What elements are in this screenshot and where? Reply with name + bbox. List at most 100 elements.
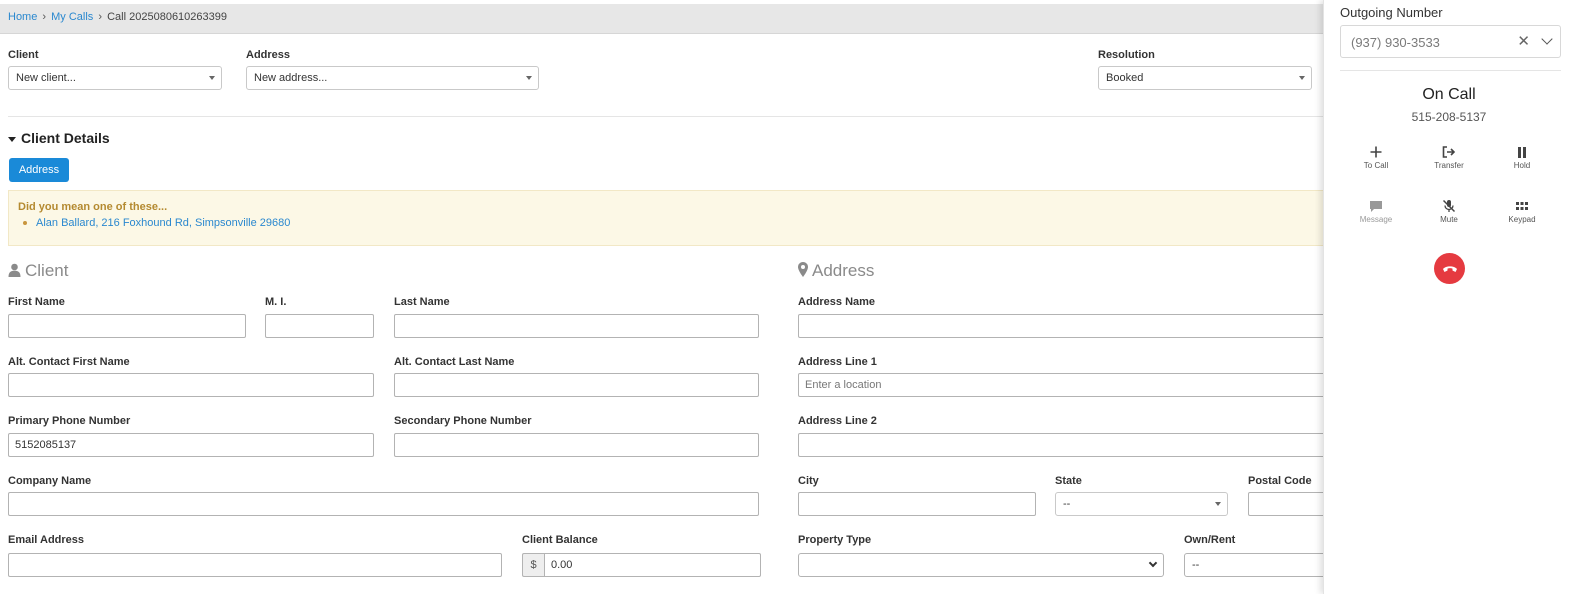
main-content: Home › My Calls › Call 2025080610263399 … (0, 0, 1336, 594)
breadcrumb-separator: › (42, 11, 47, 23)
client-details-title: Client Details (21, 130, 110, 146)
add-to-call-button[interactable]: To Call (1346, 144, 1406, 170)
suggestion-link-text: Alan Ballard, 216 Foxhound Rd, Simpsonvi… (36, 217, 291, 229)
company-name-input[interactable] (8, 492, 759, 516)
last-name-label: Last Name (394, 296, 450, 308)
keypad-button[interactable]: Keypad (1492, 198, 1552, 224)
address-button[interactable]: Address (9, 158, 69, 182)
suggestion-link[interactable]: Alan Ballard, 216 Foxhound Rd, Simpsonvi… (23, 217, 290, 229)
chevron-down-icon[interactable] (1541, 33, 1553, 45)
address-name-label: Address Name (798, 296, 876, 308)
outgoing-number-label: Outgoing Number (1340, 5, 1443, 20)
currency-addon: $ (522, 553, 544, 577)
secondary-phone-input[interactable] (394, 433, 759, 457)
suggestion-alert: Did you mean one of these... Alan Ballar… (8, 190, 1336, 246)
email-label: Email Address (8, 534, 85, 546)
call-number: 515-208-5137 (1411, 110, 1487, 124)
alt-first-name-input[interactable] (8, 373, 374, 397)
resolution-select-label: Resolution (1098, 49, 1155, 61)
outgoing-number-value: (937) 930-3533 (1351, 35, 1440, 50)
transfer-button[interactable]: Transfer (1419, 144, 1479, 170)
transfer-icon (1442, 146, 1456, 158)
client-select-value: New client... (16, 72, 76, 84)
last-name-input[interactable] (394, 314, 759, 338)
state-select-value: -- (1063, 498, 1071, 510)
property-type-label: Property Type (798, 534, 872, 546)
property-type-select[interactable] (798, 553, 1164, 577)
own-rent-select[interactable]: -- (1184, 553, 1336, 577)
divider (1340, 70, 1561, 71)
transfer-label: Transfer (1434, 161, 1464, 170)
user-icon (8, 263, 21, 277)
to-call-label: To Call (1363, 161, 1389, 170)
outgoing-number-select[interactable]: (937) 930-3533 ✕ (1340, 25, 1561, 58)
bullet-icon (23, 221, 27, 226)
first-name-label: First Name (8, 296, 65, 308)
message-button[interactable]: Message (1346, 198, 1406, 224)
client-details-toggle[interactable]: Client Details (8, 130, 110, 146)
state-select[interactable]: -- (1055, 492, 1228, 516)
address-line1-label: Address Line 1 (798, 356, 877, 368)
message-label: Message (1359, 215, 1393, 224)
first-name-input[interactable] (8, 314, 246, 338)
resolution-select-value: Booked (1106, 72, 1144, 84)
client-select-label: Client (8, 49, 39, 61)
caret-down-icon (1299, 76, 1305, 80)
address-line2-input[interactable] (798, 433, 1336, 457)
address-line1-input[interactable] (798, 373, 1336, 397)
state-label: State (1055, 475, 1082, 487)
city-input[interactable] (798, 492, 1036, 516)
hold-button[interactable]: Hold (1492, 144, 1552, 170)
resolution-select[interactable]: Booked (1098, 66, 1312, 90)
address-line2-label: Address Line 2 (798, 415, 877, 427)
address-heading: Address (798, 261, 874, 281)
postal-code-label: Postal Code (1248, 475, 1312, 487)
map-marker-icon (798, 262, 808, 277)
mute-label: Mute (1440, 215, 1458, 224)
close-icon[interactable]: ✕ (1517, 34, 1530, 49)
caret-down-icon (209, 76, 215, 80)
client-balance-group: $ (522, 553, 761, 577)
company-name-label: Company Name (8, 475, 92, 487)
address-heading-text: Address (812, 261, 875, 280)
caret-down-icon (526, 76, 532, 80)
pause-icon (1518, 146, 1526, 158)
own-rent-value: -- (1192, 559, 1200, 571)
keypad-label: Keypad (1508, 215, 1536, 224)
mic-off-icon (1442, 199, 1456, 213)
breadcrumb-home-link[interactable]: Home (8, 11, 37, 23)
suggestion-title: Did you mean one of these... (18, 201, 168, 213)
breadcrumb-separator: › (98, 11, 103, 23)
own-rent-label: Own/Rent (1184, 534, 1236, 546)
chevron-down-icon (1148, 558, 1158, 568)
call-status: On Call (1422, 86, 1476, 103)
address-select[interactable]: New address... (246, 66, 539, 90)
alt-last-name-label: Alt. Contact Last Name (394, 356, 515, 368)
middle-initial-input[interactable] (265, 314, 374, 338)
primary-phone-input[interactable] (8, 433, 374, 457)
breadcrumb: Home › My Calls › Call 2025080610263399 (0, 4, 1336, 34)
email-input[interactable] (8, 553, 502, 577)
alt-last-name-input[interactable] (394, 373, 759, 397)
plus-icon (1370, 146, 1382, 158)
client-heading: Client (8, 261, 68, 281)
client-heading-text: Client (25, 261, 69, 280)
caret-down-icon (8, 136, 16, 142)
hang-up-button[interactable] (1434, 253, 1465, 284)
address-select-value: New address... (254, 72, 328, 84)
breadcrumb-current: Call 2025080610263399 (107, 11, 227, 23)
message-icon (1370, 200, 1382, 212)
address-select-label: Address (246, 49, 291, 61)
address-name-input[interactable] (798, 314, 1336, 338)
alt-first-name-label: Alt. Contact First Name (8, 356, 130, 368)
client-balance-input[interactable] (544, 553, 761, 577)
phone-hangup-icon (1442, 265, 1457, 272)
call-panel: Outgoing Number (937) 930-3533 ✕ On Call… (1323, 0, 1584, 594)
client-select[interactable]: New client... (8, 66, 222, 90)
keypad-icon (1516, 201, 1528, 210)
mute-button[interactable]: Mute (1419, 198, 1479, 224)
client-balance-label: Client Balance (522, 534, 598, 546)
caret-down-icon (1215, 502, 1221, 506)
hold-label: Hold (1513, 161, 1531, 170)
breadcrumb-my-calls-link[interactable]: My Calls (51, 11, 93, 23)
